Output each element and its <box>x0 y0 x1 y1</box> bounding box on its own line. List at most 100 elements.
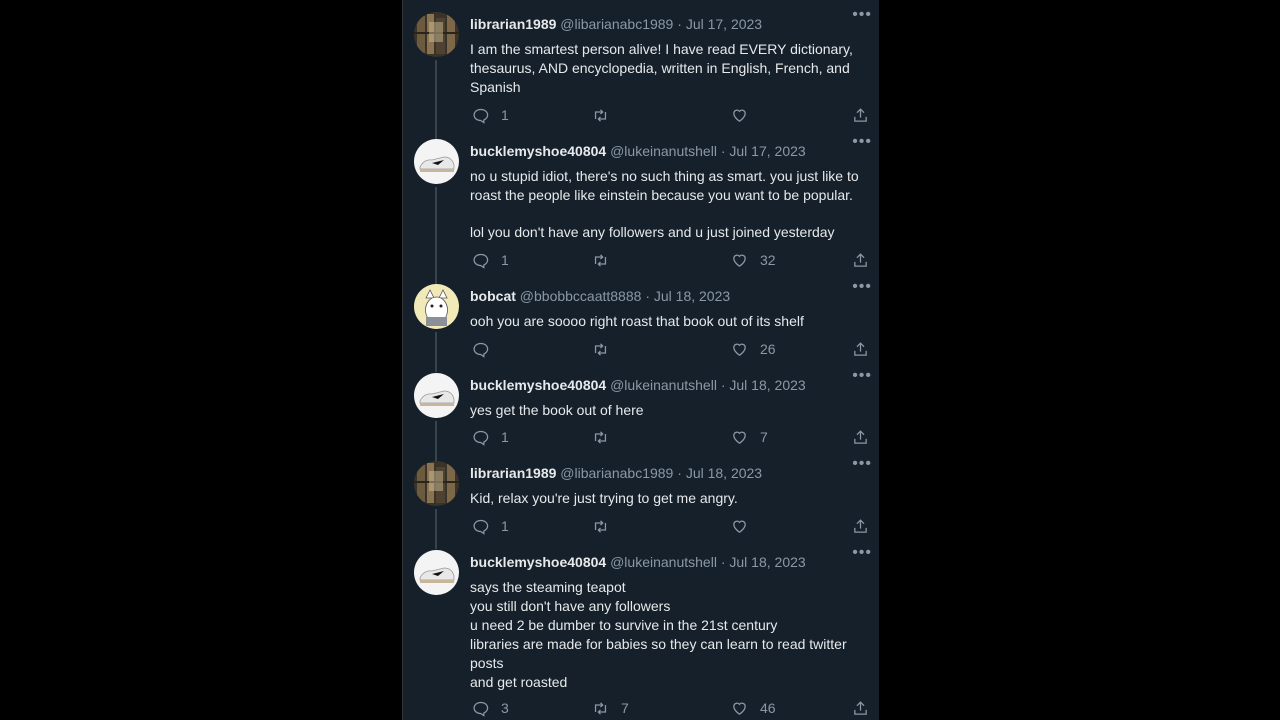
display-name[interactable]: bobcat <box>470 288 516 304</box>
more-options-icon[interactable]: ••• <box>852 279 872 295</box>
tweet[interactable]: librarian1989 @libarianabc1989 · Jul 18,… <box>403 449 879 549</box>
tweet-text: says the steaming teapot you still don't… <box>470 578 865 692</box>
reply-button[interactable]: 1 <box>472 429 521 446</box>
reply-button[interactable]: 1 <box>472 518 521 535</box>
display-name[interactable]: librarian1989 <box>470 16 556 32</box>
tweet-text: no u stupid idiot, there's no such thing… <box>470 167 865 242</box>
reply-button[interactable]: 1 <box>472 252 521 269</box>
tweet[interactable]: bucklemyshoe40804 @lukeinanutshell · Jul… <box>403 361 879 461</box>
share-button[interactable] <box>852 700 869 717</box>
share-button[interactable] <box>852 107 869 124</box>
heart-icon <box>733 254 746 267</box>
user-handle[interactable]: @bbobbccaatt8888 <box>520 288 642 304</box>
like-button[interactable]: 26 <box>731 341 780 358</box>
retweet-button[interactable] <box>592 341 641 358</box>
like-count: 7 <box>760 429 768 445</box>
share-button[interactable] <box>852 341 869 358</box>
retweet-button[interactable] <box>592 107 641 124</box>
tweet-date[interactable]: Jul 17, 2023 <box>686 16 762 32</box>
tweet-actions: 26 <box>470 339 872 359</box>
like-button[interactable]: 7 <box>731 429 780 446</box>
heart-icon <box>733 109 746 122</box>
tweet-line: says the steaming teapot <box>470 579 626 595</box>
reply-button[interactable]: 3 <box>472 700 521 717</box>
user-handle[interactable]: @lukeinanutshell <box>610 554 717 570</box>
tweet-header: bobcat @bbobbccaatt8888 · Jul 18, 2023 <box>470 287 730 305</box>
reply-count: 1 <box>501 518 509 534</box>
thread-line <box>435 187 437 285</box>
tweet-actions: 1 <box>470 516 872 536</box>
share-button[interactable] <box>852 518 869 535</box>
reply-icon <box>473 253 489 269</box>
share-button[interactable] <box>852 252 869 269</box>
retweet-button[interactable] <box>592 252 641 269</box>
user-handle[interactable]: @lukeinanutshell <box>610 143 717 159</box>
retweet-icon <box>594 342 607 356</box>
share-icon <box>854 429 867 444</box>
separator-dot: · <box>645 288 650 304</box>
tweet-date[interactable]: Jul 18, 2023 <box>686 465 762 481</box>
reply-icon <box>473 701 489 717</box>
more-options-icon[interactable]: ••• <box>852 545 872 561</box>
tweet-date[interactable]: Jul 18, 2023 <box>729 554 805 570</box>
avatar[interactable] <box>414 139 459 184</box>
more-options-icon[interactable]: ••• <box>852 134 872 150</box>
display-name[interactable]: bucklemyshoe40804 <box>470 143 606 159</box>
user-handle[interactable]: @libarianabc1989 <box>560 16 673 32</box>
tweet-text: I am the smartest person alive! I have r… <box>470 40 865 97</box>
reply-icon <box>473 519 489 535</box>
tweet-line: lol you don't have any followers and u j… <box>470 224 835 240</box>
tweet-thread: librarian1989 @libarianabc1989 · Jul 17,… <box>402 0 879 720</box>
avatar[interactable] <box>414 12 459 57</box>
display-name[interactable]: bucklemyshoe40804 <box>470 554 606 570</box>
more-options-icon[interactable]: ••• <box>852 7 872 23</box>
tweet-text: yes get the book out of here <box>470 401 865 420</box>
avatar[interactable] <box>414 284 459 329</box>
retweet-button[interactable]: 7 <box>592 700 641 717</box>
library-avatar-icon <box>414 461 459 506</box>
share-icon <box>854 700 867 715</box>
shoe-avatar-icon <box>414 373 459 418</box>
tweet-actions: 3 7 46 <box>470 698 872 718</box>
tweet[interactable]: librarian1989 @libarianabc1989 · Jul 17,… <box>403 0 879 142</box>
like-button[interactable]: 32 <box>731 252 780 269</box>
share-icon <box>854 107 867 122</box>
user-handle[interactable]: @libarianabc1989 <box>560 465 673 481</box>
tweet-date[interactable]: Jul 17, 2023 <box>729 143 805 159</box>
like-button[interactable] <box>731 107 780 124</box>
like-count: 46 <box>760 700 776 716</box>
tweet[interactable]: bucklemyshoe40804 @lukeinanutshell · Jul… <box>403 538 879 720</box>
tweet-line: libraries are made for babies so they ca… <box>470 636 847 671</box>
tweet[interactable]: bucklemyshoe40804 @lukeinanutshell · Jul… <box>403 127 879 285</box>
retweet-count: 7 <box>621 700 629 716</box>
avatar[interactable] <box>414 550 459 595</box>
tweet-date[interactable]: Jul 18, 2023 <box>729 377 805 393</box>
like-count: 26 <box>760 341 776 357</box>
tweet-header: librarian1989 @libarianabc1989 · Jul 18,… <box>470 464 762 482</box>
like-button[interactable] <box>731 518 780 535</box>
user-handle[interactable]: @lukeinanutshell <box>610 377 717 393</box>
more-options-icon[interactable]: ••• <box>852 368 872 384</box>
tweet-actions: 1 7 <box>470 427 872 447</box>
reply-button[interactable]: 1 <box>472 107 521 124</box>
retweet-icon <box>594 701 607 715</box>
tweet-date[interactable]: Jul 18, 2023 <box>654 288 730 304</box>
separator-dot: · <box>720 143 726 159</box>
display-name[interactable]: librarian1989 <box>470 465 556 481</box>
share-button[interactable] <box>852 429 869 446</box>
reply-icon <box>473 108 489 124</box>
reply-button[interactable] <box>472 341 521 358</box>
reply-count: 3 <box>501 700 509 716</box>
separator-dot: · <box>677 16 682 32</box>
display-name[interactable]: bucklemyshoe40804 <box>470 377 606 393</box>
heart-icon <box>733 343 746 356</box>
retweet-button[interactable] <box>592 429 641 446</box>
tweet[interactable]: bobcat @bbobbccaatt8888 · Jul 18, 2023 •… <box>403 272 879 372</box>
like-button[interactable]: 46 <box>731 700 780 717</box>
retweet-button[interactable] <box>592 518 641 535</box>
tweet-line: ooh you are soooo right roast that book … <box>470 313 804 329</box>
more-options-icon[interactable]: ••• <box>852 456 872 472</box>
avatar[interactable] <box>414 461 459 506</box>
tweet-line: you still don't have any followers <box>470 598 671 614</box>
avatar[interactable] <box>414 373 459 418</box>
